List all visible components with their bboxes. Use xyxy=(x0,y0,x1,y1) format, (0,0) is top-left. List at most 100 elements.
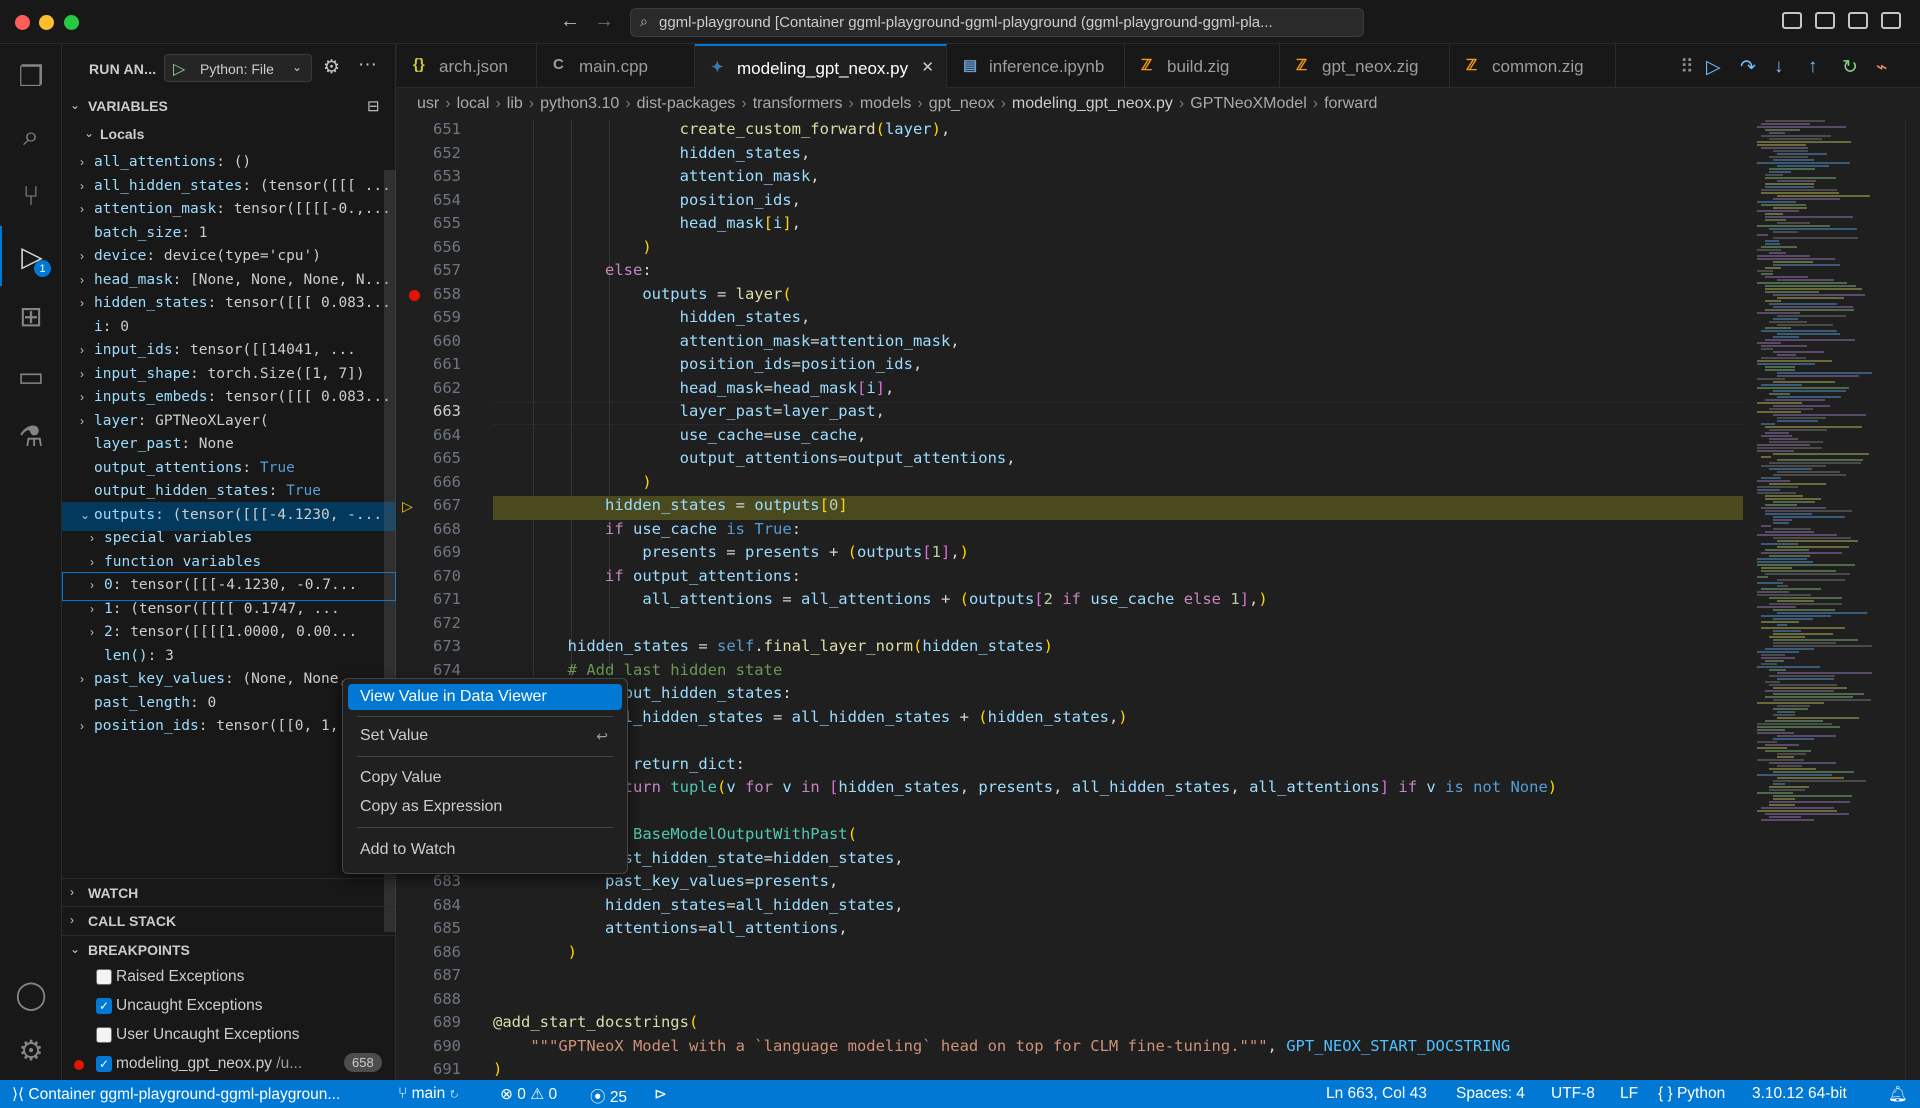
line-number[interactable]: 655 xyxy=(397,214,461,238)
breadcrumb-item[interactable]: dist-packages xyxy=(637,95,736,112)
testing-icon[interactable]: ⚗ xyxy=(0,406,62,466)
breadcrumb-item[interactable]: modeling_gpt_neox.py xyxy=(1012,95,1173,112)
breakpoint-raised-exceptions[interactable]: Raised Exceptions xyxy=(62,963,396,992)
tab-common-zig[interactable]: ℤ common.zig xyxy=(1450,44,1616,88)
chevron-right-icon[interactable]: › xyxy=(80,179,84,193)
line-number[interactable]: 651 xyxy=(397,120,461,144)
line-number[interactable]: 684 xyxy=(397,896,461,920)
continue-icon[interactable]: ▷ xyxy=(1706,56,1721,79)
menu-item-add-to-watch[interactable]: Add to Watch xyxy=(348,837,622,863)
forward-arrow-icon[interactable]: → xyxy=(594,10,614,33)
search-icon[interactable]: ⌕ xyxy=(0,106,62,166)
extensions-icon[interactable]: ⊞ xyxy=(0,286,62,346)
raised-exceptions-checkbox[interactable] xyxy=(96,969,112,985)
manage-gear-icon[interactable]: ⚙ xyxy=(0,1020,62,1080)
chevron-right-icon[interactable]: › xyxy=(90,555,94,569)
line-number[interactable]: 688 xyxy=(397,990,461,1014)
line-number[interactable]: 660 xyxy=(397,332,461,356)
step-over-icon[interactable]: ↷ xyxy=(1740,56,1756,79)
source-control-icon[interactable]: ⑂ xyxy=(0,166,62,226)
window-minimize-button[interactable] xyxy=(39,15,54,30)
line-number[interactable]: 664 xyxy=(397,426,461,450)
line-number[interactable]: 668 xyxy=(397,520,461,544)
line-number[interactable]: 656 xyxy=(397,238,461,262)
line-number[interactable]: 667 xyxy=(397,496,461,520)
remote-indicator[interactable]: ⟩⟨ Container ggml-playground-ggml-playgr… xyxy=(12,1085,340,1104)
breakpoint-file-entry[interactable]: ✓ modeling_gpt_neox.py /u... 658 xyxy=(62,1050,396,1079)
toggle-secondary-sidebar-icon[interactable] xyxy=(1848,12,1868,29)
encoding[interactable]: UTF-8 xyxy=(1551,1085,1595,1103)
breakpoints-section-header[interactable]: ⌄ BREAKPOINTS xyxy=(62,935,396,963)
collapse-all-icon[interactable]: ⊟ xyxy=(367,97,380,115)
breakpoint-uncaught-exceptions[interactable]: ✓ Uncaught Exceptions xyxy=(62,992,396,1021)
line-number[interactable]: 663 xyxy=(397,402,461,426)
line-number[interactable]: 689 xyxy=(397,1013,461,1037)
line-number[interactable]: 683 xyxy=(397,872,461,896)
tab-inference-ipynb[interactable]: ▤ inference.ipynb xyxy=(947,44,1125,88)
watch-section-header[interactable]: › WATCH xyxy=(62,878,396,906)
debug-config-select[interactable]: ▷ Python: File ⌄ xyxy=(164,54,312,82)
menu-item-copy-as-expression[interactable]: Copy as Expression xyxy=(348,794,622,820)
python-interpreter[interactable]: 3.10.12 64-bit xyxy=(1752,1085,1847,1103)
indentation[interactable]: Spaces: 4 xyxy=(1456,1085,1525,1103)
chevron-right-icon[interactable]: › xyxy=(80,273,84,287)
breadcrumb-item[interactable]: GPTNeoXModel xyxy=(1190,95,1307,112)
line-number[interactable]: 658 xyxy=(397,285,461,309)
chevron-right-icon[interactable]: › xyxy=(80,155,84,169)
customize-layout-icon[interactable] xyxy=(1881,12,1901,29)
explorer-icon[interactable]: ❐ xyxy=(0,46,62,106)
chevron-right-icon[interactable]: › xyxy=(80,672,84,686)
line-number[interactable]: 652 xyxy=(397,144,461,168)
chevron-right-icon[interactable]: › xyxy=(80,296,84,310)
remote-explorer-icon[interactable]: ▭ xyxy=(0,346,62,406)
command-center[interactable]: ⌕ ggml-playground [Container ggml-playgr… xyxy=(630,8,1364,37)
file-breakpoint-checkbox[interactable]: ✓ xyxy=(96,1056,112,1072)
breadcrumb-item[interactable]: transformers xyxy=(753,95,843,112)
close-icon[interactable]: ✕ xyxy=(921,58,934,76)
cursor-position[interactable]: Ln 663, Col 43 xyxy=(1326,1085,1427,1103)
window-maximize-button[interactable] xyxy=(64,15,79,30)
chevron-right-icon[interactable]: › xyxy=(80,414,84,428)
line-number[interactable]: 666 xyxy=(397,473,461,497)
start-debugging-icon[interactable]: ▷ xyxy=(173,59,185,79)
chevron-right-icon[interactable]: › xyxy=(80,367,84,381)
tab-arch-json[interactable]: {} arch.json xyxy=(397,44,537,88)
chevron-right-icon[interactable]: › xyxy=(80,249,84,263)
chevron-right-icon[interactable]: › xyxy=(80,343,84,357)
uncaught-exceptions-checkbox[interactable]: ✓ xyxy=(96,998,112,1014)
step-out-icon[interactable]: ↑ xyxy=(1808,56,1818,78)
line-number[interactable]: 659 xyxy=(397,308,461,332)
breadcrumb-item[interactable]: models xyxy=(860,95,912,112)
chevron-right-icon[interactable]: › xyxy=(90,531,94,545)
line-number[interactable]: 687 xyxy=(397,966,461,990)
chevron-right-icon[interactable]: › xyxy=(80,719,84,733)
run-and-debug-icon[interactable]: ▷ 1 xyxy=(0,226,62,286)
variables-section-header[interactable]: ⌄ VARIABLES ⊟ xyxy=(62,92,396,120)
menu-item-set-value[interactable]: Set Value ↩ xyxy=(348,723,622,749)
chevron-right-icon[interactable]: › xyxy=(80,390,84,404)
tab-build-zig[interactable]: ℤ build.zig xyxy=(1125,44,1280,88)
line-number[interactable]: 685 xyxy=(397,919,461,943)
window-close-button[interactable] xyxy=(15,15,30,30)
line-number[interactable]: 662 xyxy=(397,379,461,403)
locals-scope[interactable]: ⌄ Locals xyxy=(62,120,396,148)
ports-indicator[interactable]: ⦿ 25 xyxy=(590,1085,627,1107)
menu-item-view-in-data-viewer[interactable]: View Value in Data Viewer xyxy=(348,684,622,710)
code-editor[interactable]: ▷ 651 652 653 654 655 656 657 658 659 660 661 662 66… xyxy=(397,120,1743,1080)
line-number[interactable]: 654 xyxy=(397,191,461,215)
toggle-primary-sidebar-icon[interactable] xyxy=(1782,12,1802,29)
line-number[interactable]: 665 xyxy=(397,449,461,473)
disconnect-icon[interactable]: ⌁ xyxy=(1876,56,1887,79)
line-number[interactable]: 686 xyxy=(397,943,461,967)
chevron-right-icon[interactable]: › xyxy=(90,602,94,616)
line-number[interactable]: 672 xyxy=(397,614,461,638)
minimap[interactable] xyxy=(1745,120,1905,1080)
restart-icon[interactable]: ↻ xyxy=(1842,56,1858,79)
line-number[interactable]: 653 xyxy=(397,167,461,191)
drag-handle-icon[interactable]: ⠿ xyxy=(1680,56,1694,79)
open-launch-json-gear-icon[interactable]: ⚙ xyxy=(323,56,340,79)
line-number[interactable]: 673 xyxy=(397,637,461,661)
problems-indicator[interactable]: ⊗ 0 ⚠ 0 xyxy=(500,1085,557,1104)
branch-indicator[interactable]: ⑂ main ↻ xyxy=(398,1085,459,1103)
chevron-right-icon[interactable]: › xyxy=(90,625,94,639)
